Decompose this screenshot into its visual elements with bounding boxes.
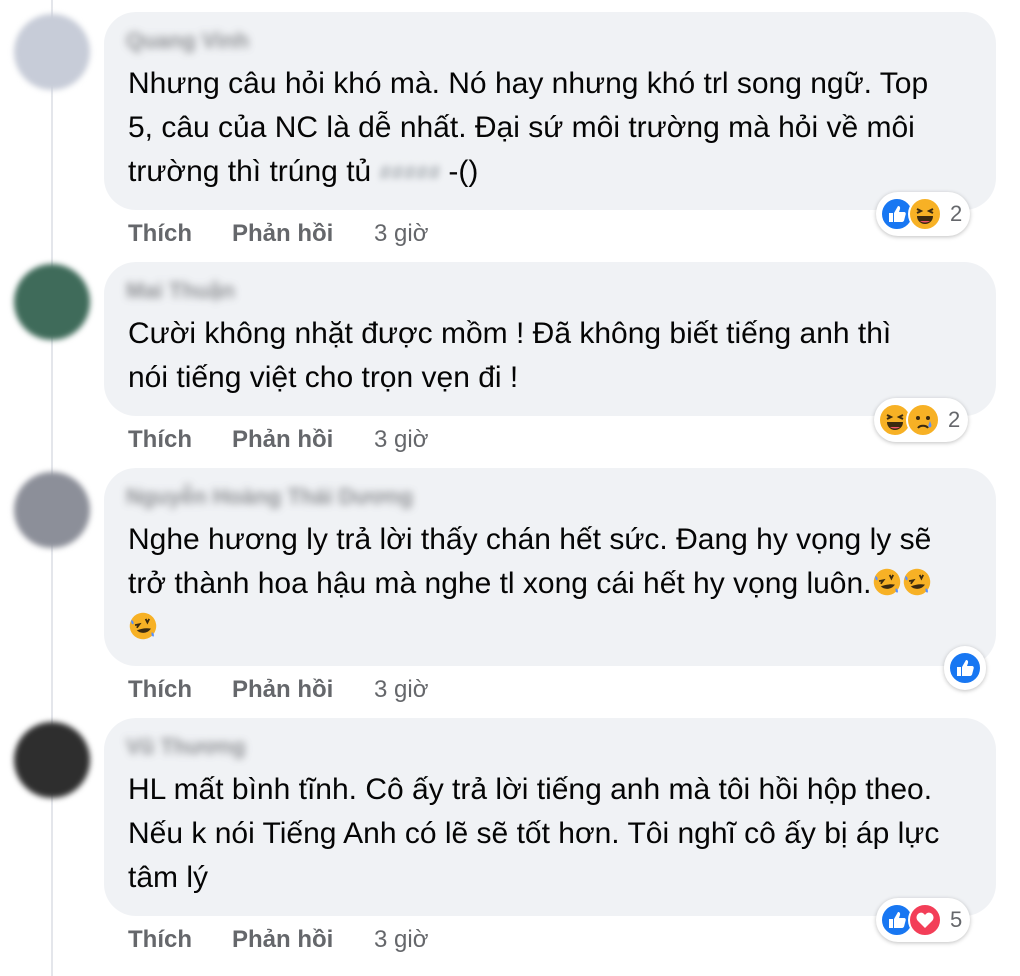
rofl-icon [128,610,158,640]
author-name[interactable]: Nguyễn Hoàng Thái Dương [126,484,413,510]
comment-bubble: Nguyễn Hoàng Thái Dương Nghe hương ly tr… [104,468,996,666]
comment-bubble: Quang Vinh Nhưng câu hỏi khó mà. Nó hay … [104,12,996,210]
reaction-summary[interactable]: 5 [876,898,971,942]
comment-text: Cười không nhặt được mồm ! Đã không biết… [128,317,900,394]
like-action[interactable]: Thích [128,676,192,704]
comment-text: Nghe hương ly trả lời thấy chán hết sức.… [128,518,956,650]
timestamp[interactable]: 3 giờ [374,426,428,454]
reply-action[interactable]: Phản hồi [232,926,333,954]
avatar[interactable] [14,472,90,548]
timestamp[interactable]: 3 giờ [374,220,428,248]
comment-text-body: Nhưng câu hỏi khó mà. Nó hay nhưng khó t… [128,67,937,188]
like-action[interactable]: Thích [128,926,192,954]
author-name[interactable]: Quang Vinh [126,28,249,54]
rofl-icon [902,566,932,596]
reaction-count: 2 [950,201,963,226]
comment-text-tail: -() [448,155,479,188]
timestamp[interactable]: 3 giờ [374,926,428,954]
comment-bubble: Vũ Thương HL mất bình tĩnh. Cô ấy trả lờ… [104,718,996,916]
reaction-count: 2 [948,407,961,432]
rofl-icon [872,566,902,596]
comment-text: HL mất bình tĩnh. Cô ấy trả lời tiếng an… [128,773,948,894]
haha-icon [908,197,942,231]
timestamp[interactable]: 3 giờ [374,676,428,704]
like-icon [948,651,982,685]
reaction-summary[interactable] [944,646,986,690]
reaction-summary[interactable]: 2 [876,192,971,236]
reply-action[interactable]: Phản hồi [232,676,333,704]
comment-text-body: Nghe hương ly trả lời thấy chán hết sức.… [128,523,940,600]
reply-action[interactable]: Phản hồi [232,426,333,454]
comment-text: Nhưng câu hỏi khó mà. Nó hay nhưng khó t… [128,62,956,195]
love-icon [908,903,942,937]
author-name[interactable]: Mai Thuận [126,278,235,304]
avatar[interactable] [14,14,90,90]
like-action[interactable]: Thích [128,220,192,248]
reply-action[interactable]: Phản hồi [232,220,333,248]
avatar[interactable] [14,722,90,798]
sad-icon [906,403,940,437]
comment-bubble: Mai Thuận Cười không nhặt được mồm ! Đã … [104,262,996,416]
avatar[interactable] [14,264,90,340]
like-action[interactable]: Thích [128,426,192,454]
reaction-summary[interactable]: 2 [874,398,969,442]
reaction-count: 5 [950,907,963,932]
author-name[interactable]: Vũ Thương [126,734,246,760]
blurred-word: ##### [379,160,441,186]
